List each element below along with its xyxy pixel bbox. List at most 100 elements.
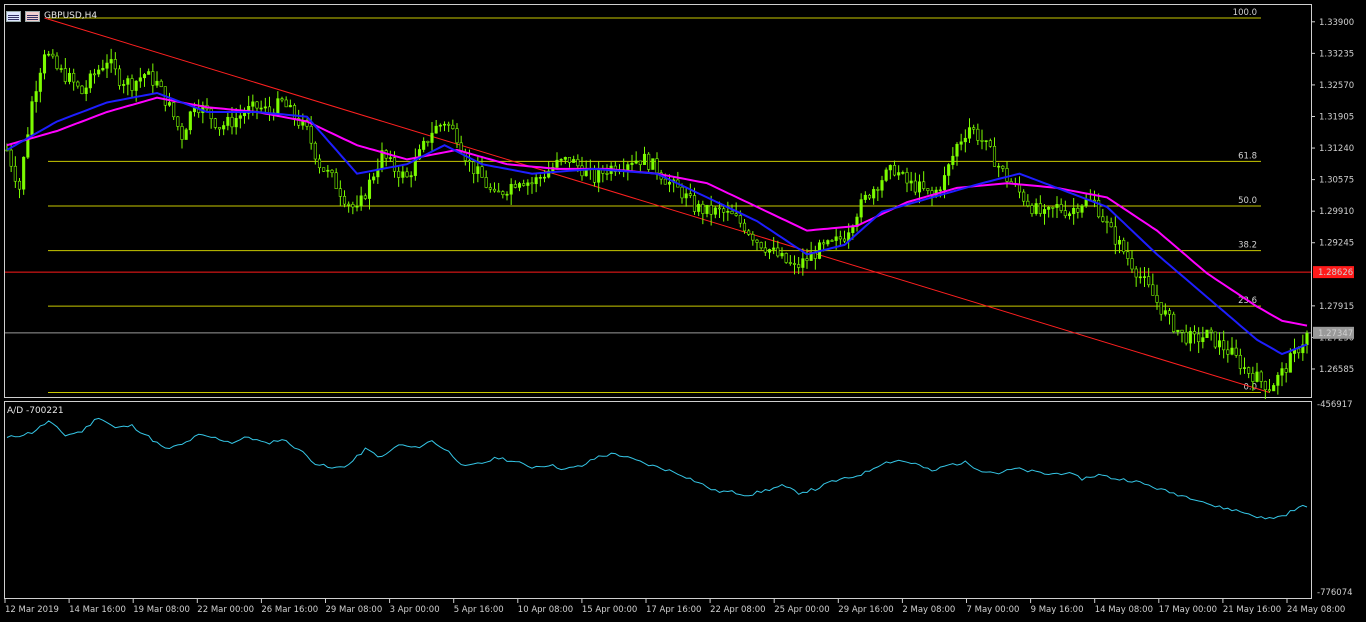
candle <box>1147 267 1151 288</box>
candle-body <box>1047 207 1051 210</box>
candle-body <box>442 123 447 126</box>
candle <box>980 129 984 150</box>
chart-title: GBPUSD,H4 <box>6 9 97 23</box>
candle-body <box>209 108 213 120</box>
candle-body <box>538 177 542 179</box>
candle-body <box>651 158 655 170</box>
candle-body <box>338 188 342 197</box>
candle-body <box>484 177 488 188</box>
candle-body <box>534 177 538 185</box>
candle <box>830 238 834 242</box>
candle <box>892 160 897 177</box>
candle-body <box>1151 284 1155 296</box>
candle-body <box>101 67 105 71</box>
candle <box>1159 302 1163 321</box>
candle-body <box>505 193 509 196</box>
x-tick-label: 26 Mar 16:00 <box>261 605 318 615</box>
candle <box>726 201 730 221</box>
candle-body <box>392 157 397 172</box>
x-tick-label: 17 May 00:00 <box>1159 605 1217 615</box>
candle <box>855 213 859 232</box>
candle <box>567 157 572 168</box>
candle <box>363 193 367 201</box>
candle <box>884 167 888 183</box>
indicator-label: A/D -700221 <box>7 406 64 416</box>
y-tick-label: 1.33900 <box>1319 18 1354 28</box>
candle-body <box>438 124 442 127</box>
candle <box>259 100 263 113</box>
candle-body <box>984 140 988 142</box>
candle-body <box>22 156 26 190</box>
candle-body <box>88 73 92 89</box>
candle <box>901 170 905 175</box>
candle <box>1122 237 1126 255</box>
candle-body <box>834 236 838 241</box>
candle-body <box>1242 367 1247 369</box>
candle <box>1130 250 1134 273</box>
candle <box>497 182 501 193</box>
candle-body <box>192 107 197 113</box>
y-tick-label: 1.26585 <box>1319 365 1354 375</box>
candle <box>201 101 205 124</box>
candle <box>1263 380 1267 400</box>
candle <box>547 161 551 179</box>
candle <box>1022 189 1026 206</box>
symbol-label: GBPUSD,H4 <box>44 11 98 21</box>
candle-body <box>480 166 484 178</box>
candle <box>913 172 917 196</box>
candle-body <box>842 238 847 242</box>
candle <box>117 65 122 90</box>
candle-body <box>1130 258 1134 270</box>
candle-body <box>626 164 630 170</box>
candle <box>109 48 113 73</box>
candle <box>1134 266 1138 287</box>
candle <box>226 111 230 131</box>
candle <box>1017 176 1022 199</box>
candle-body <box>434 125 438 134</box>
candle <box>397 166 401 187</box>
candle <box>326 165 330 178</box>
candle <box>284 96 288 108</box>
candle-body <box>1192 331 1197 335</box>
candle <box>1192 325 1197 344</box>
candle-body <box>938 189 942 192</box>
indicator-y-tick-label: -776074 <box>1317 588 1353 598</box>
candle <box>817 239 822 260</box>
candle <box>1205 329 1209 339</box>
candle-body <box>242 112 247 117</box>
x-tick-label: 10 Apr 08:00 <box>518 605 573 615</box>
candle <box>180 123 184 149</box>
chart-window-icon-secondary[interactable] <box>25 10 40 22</box>
candle <box>809 241 813 261</box>
candle-body <box>267 106 272 114</box>
x-tick-label: 22 Mar 00:00 <box>197 605 254 615</box>
candle-body <box>1238 355 1242 369</box>
candle <box>947 163 951 186</box>
candle-body <box>1142 276 1147 278</box>
candle <box>97 64 101 78</box>
candle <box>888 164 892 180</box>
candle-body <box>1084 199 1088 207</box>
candle <box>88 70 92 93</box>
candle <box>722 205 726 222</box>
chart-window-icon[interactable] <box>6 10 21 22</box>
candle-body <box>476 166 480 174</box>
candle-body <box>17 180 22 190</box>
candle <box>17 178 22 199</box>
x-tick-label: 5 Apr 16:00 <box>454 605 504 615</box>
candle <box>867 193 872 201</box>
x-tick-label: 29 Apr 16:00 <box>838 605 893 615</box>
candle-body <box>988 140 992 147</box>
candle-body <box>592 168 597 183</box>
fibo-level-label: 0.0 <box>1243 382 1257 392</box>
candle-body <box>1222 340 1226 351</box>
candle <box>988 138 992 148</box>
candle <box>359 186 363 211</box>
candle-body <box>188 111 192 131</box>
candle <box>113 52 117 76</box>
candle <box>184 127 188 140</box>
candle-body <box>709 204 713 215</box>
candle <box>1042 203 1047 225</box>
candle-body <box>876 189 880 191</box>
price-level-tag: 1.28626 <box>1313 266 1354 279</box>
